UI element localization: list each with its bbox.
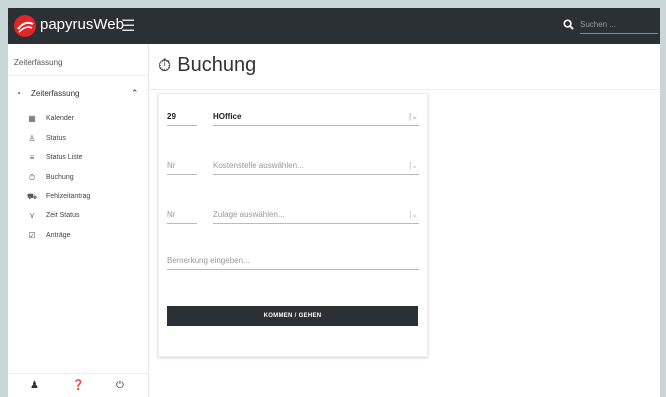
booking-form-card: 29 HOffice |⌄ Nr Kostenstelle auswählen.… [158,93,428,357]
sidebar-footer: ♟ ❓ ⏻ [8,373,148,397]
hamburger-menu-icon[interactable]: ☰ [121,16,135,36]
sidebar-group-label: Zeiterfassung [31,89,80,98]
nr-field[interactable]: Nr [167,161,197,175]
sidebar-item-label: Zeit Status [46,212,80,219]
search-input[interactable] [580,16,658,34]
calendar-icon: ▦ [28,114,36,123]
stopwatch-icon: ⏱ [158,56,172,75]
power-icon[interactable]: ⏻ [116,380,124,391]
car-icon: ⛟ [26,192,38,201]
top-bar: papyrusWeb ☰ [8,8,660,44]
chevron-up-icon[interactable]: ⌃ [131,88,139,99]
kommen-gehen-button[interactable]: KOMMEN / GEHEN [167,306,418,326]
clock-icon: ◔ [16,89,21,98]
users-icon: ♙ [28,134,36,143]
stopwatch-icon: ⏱ [28,173,36,182]
nr-field[interactable]: Nr [167,210,197,224]
user-icon[interactable]: ♟ [30,380,39,391]
chevron-down-icon[interactable]: |⌄ [409,112,418,121]
chevron-down-icon[interactable]: |⌄ [409,161,418,170]
allowance-select[interactable]: Zulage auswählen... |⌄ [213,210,419,224]
title-divider [149,89,660,90]
sidebar-item-label: Kalender [46,115,75,122]
cost-center-select[interactable]: Kostenstelle auswählen... |⌄ [213,161,419,175]
activity-select-value: HOffice [213,112,242,121]
page-title-text: Buchung [177,54,257,76]
help-icon[interactable]: ❓ [72,380,84,391]
sidebar-divider [8,75,148,76]
allowance-select-value: Zulage auswählen... [213,210,285,219]
sidebar: Zeiterfassung ◔ Zeiterfassung ⌃ ▦ Kalend… [8,44,149,397]
chevron-down-icon[interactable]: |⌄ [409,210,418,219]
search-icon[interactable] [563,19,574,30]
sidebar-item-label: Fehlzeitantrag [46,193,91,200]
sidebar-header: Zeiterfassung [14,58,63,67]
sidebar-item-label: Buchung [46,174,74,181]
app-window: papyrusWeb ☰ Zeiterfassung ◔ Zeiterfassu… [8,8,660,397]
activity-select[interactable]: HOffice |⌄ [213,112,419,126]
nr-field[interactable]: 29 [167,112,197,126]
app-brand: papyrusWeb [40,16,124,33]
calendar-check-icon: ☑ [28,231,36,240]
sidebar-item-label: Anträge [46,232,71,239]
papyrus-logo-icon [14,15,36,37]
sidebar-item-label: Status [46,135,66,142]
list-icon: ≡ [29,153,35,162]
remark-input[interactable]: Bemerkung eingeben... [167,256,419,270]
cost-center-select-value: Kostenstelle auswählen... [213,161,304,170]
sitemap-icon: ⋎ [29,211,35,220]
sidebar-item-label: Status Liste [46,154,83,161]
page-title: ⏱ Buchung [158,54,256,77]
